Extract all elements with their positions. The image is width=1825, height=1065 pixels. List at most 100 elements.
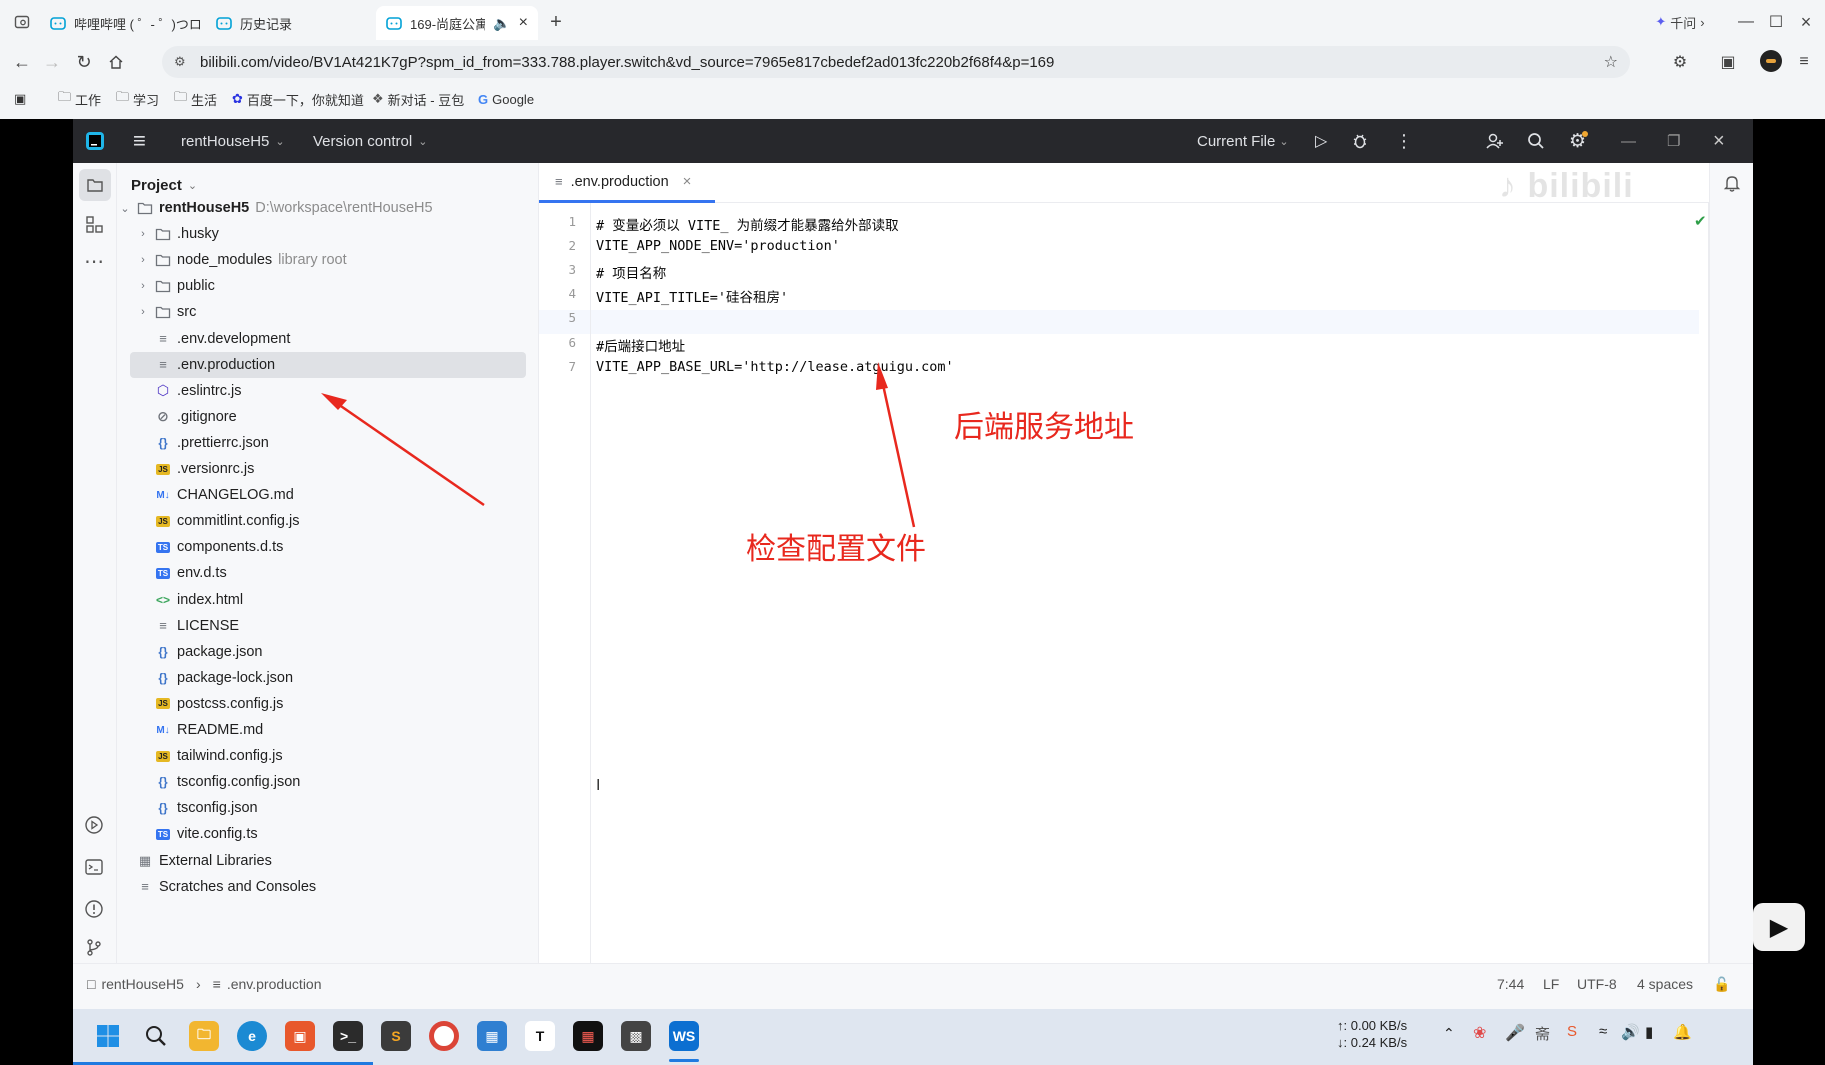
- edge-browser-icon[interactable]: e: [237, 1021, 267, 1051]
- editor-tab-env-production[interactable]: ≡ .env.production ×: [539, 163, 715, 203]
- browser-menu-icon[interactable]: ≡: [1792, 50, 1816, 74]
- extensions-icon[interactable]: ⚙: [1668, 50, 1692, 74]
- forward-icon[interactable]: →: [40, 50, 64, 74]
- bookmark-folder-work[interactable]: 🗀 工作: [58, 86, 101, 112]
- breadcrumb[interactable]: □ rentHouseH5 › ≡ .env.production: [87, 964, 322, 1004]
- tree-item[interactable]: JS .versionrc.js: [117, 456, 539, 482]
- webstorm-icon[interactable]: WS: [669, 1021, 699, 1051]
- app-orange-icon[interactable]: ▣: [285, 1021, 315, 1051]
- debug-icon[interactable]: [1351, 119, 1369, 163]
- tree-item[interactable]: ⬡ .eslintrc.js: [117, 378, 539, 404]
- structure-tool-icon[interactable]: [85, 215, 105, 240]
- project-panel-header[interactable]: Project ⌄: [131, 177, 197, 194]
- run-icon[interactable]: ▷: [1315, 119, 1327, 163]
- read-only-lock-icon[interactable]: 🔓: [1713, 964, 1730, 1004]
- tree-item[interactable]: {} package.json: [117, 639, 539, 665]
- maximize-window-icon[interactable]: ☐: [1764, 10, 1788, 34]
- problems-tool-icon[interactable]: [84, 899, 104, 924]
- ide-restore-icon[interactable]: ❐: [1667, 119, 1680, 163]
- tree-item[interactable]: ≡ LICENSE: [117, 613, 539, 639]
- browser-tab-current-video[interactable]: 169-尚庭公寓 🔈 ×: [376, 6, 538, 40]
- speaker-icon[interactable]: 🔈: [493, 15, 510, 32]
- code-with-me-icon[interactable]: [1485, 119, 1505, 163]
- inspection-ok-check-icon[interactable]: ✔: [1694, 212, 1707, 230]
- new-tab-icon[interactable]: +: [546, 11, 566, 33]
- ide-close-icon[interactable]: ×: [1713, 119, 1725, 163]
- bookmark-folder-life[interactable]: 🗀 生活: [174, 86, 217, 112]
- tree-item[interactable]: M↓ CHANGELOG.md: [117, 482, 539, 508]
- project-switcher[interactable]: rentHouseH5 ⌄: [181, 119, 285, 163]
- tree-item[interactable]: TS vite.config.ts: [117, 821, 539, 847]
- tree-item[interactable]: M↓ README.md: [117, 717, 539, 743]
- app-grid-icon[interactable]: ▩: [621, 1021, 651, 1051]
- qianwen-button[interactable]: ✦ 千问 ›: [1648, 10, 1712, 34]
- mini-player-button[interactable]: ▶: [1753, 903, 1805, 951]
- taskbar-search-icon[interactable]: [141, 1021, 171, 1051]
- terminal-tool-icon[interactable]: [84, 857, 104, 882]
- sublime-text-icon[interactable]: S: [381, 1021, 411, 1051]
- battery-icon[interactable]: ▮: [1645, 1023, 1653, 1041]
- tree-item[interactable]: TS components.d.ts: [117, 534, 539, 560]
- file-explorer-icon[interactable]: 🗀: [189, 1021, 219, 1051]
- tree-item[interactable]: JS commitlint.config.js: [117, 508, 539, 534]
- reload-icon[interactable]: ↻: [72, 50, 96, 74]
- run-config-selector[interactable]: Current File ⌄: [1197, 119, 1289, 163]
- indent-setting[interactable]: 4 spaces: [1637, 964, 1693, 1004]
- close-tab-icon[interactable]: ×: [519, 14, 528, 32]
- bookmark-google[interactable]: G Google: [478, 86, 534, 112]
- volume-icon[interactable]: 🔊: [1621, 1023, 1640, 1041]
- tree-root-renthouseh5[interactable]: ⌄ rentHouseH5 D:\workspace\rentHouseH5: [117, 195, 539, 221]
- file-encoding[interactable]: UTF-8: [1577, 964, 1617, 1004]
- expand-chevron-right-icon[interactable]: ›: [135, 306, 151, 318]
- chrome-icon[interactable]: [429, 1021, 459, 1051]
- caret-position[interactable]: 7:44: [1497, 964, 1524, 1004]
- bookmark-folder-study[interactable]: 🗀 学习: [116, 86, 159, 112]
- main-menu-icon[interactable]: ≡: [133, 119, 146, 163]
- expand-chevron-right-icon[interactable]: ›: [135, 280, 151, 292]
- services-tool-icon[interactable]: [84, 815, 104, 840]
- screenshot-icon[interactable]: ▣: [1716, 50, 1740, 74]
- browser-tab-history[interactable]: 历史记录: [206, 6, 366, 40]
- bookmarks-apps-icon[interactable]: ▣: [14, 86, 26, 112]
- microphone-icon[interactable]: 🎤: [1505, 1023, 1525, 1043]
- tree-item[interactable]: TS env.d.ts: [117, 560, 539, 586]
- profile-avatar[interactable]: [1760, 50, 1782, 72]
- git-tool-icon[interactable]: [84, 937, 104, 962]
- ide-minimize-icon[interactable]: —: [1621, 119, 1636, 163]
- close-tab-icon[interactable]: ×: [683, 173, 692, 190]
- address-bar[interactable]: ⚙ bilibili.com/video/BV1At421K7gP?spm_id…: [162, 46, 1630, 78]
- close-window-icon[interactable]: ×: [1794, 10, 1818, 34]
- typora-icon[interactable]: T: [525, 1021, 555, 1051]
- tree-item[interactable]: ⊘ .gitignore: [117, 404, 539, 430]
- minimize-window-icon[interactable]: —: [1734, 10, 1758, 34]
- jetbrains-toolbox-icon[interactable]: ▦: [573, 1021, 603, 1051]
- bookmark-star-icon[interactable]: ☆: [1604, 52, 1618, 72]
- tray-overflow-icon[interactable]: ⌃: [1443, 1025, 1455, 1042]
- tree-item[interactable]: › .husky: [117, 221, 539, 247]
- site-info-icon[interactable]: ⚙: [174, 54, 186, 70]
- remote-desktop-icon[interactable]: ▦: [477, 1021, 507, 1051]
- tab-actions-icon[interactable]: [12, 12, 32, 32]
- tree-external-libraries[interactable]: ▦ External Libraries: [117, 848, 539, 874]
- more-tools-icon[interactable]: ⋯: [84, 249, 104, 274]
- expand-chevron-right-icon[interactable]: ›: [135, 254, 151, 266]
- home-icon[interactable]: [104, 50, 128, 74]
- tree-item[interactable]: › src: [117, 299, 539, 325]
- tree-item[interactable]: {} tsconfig.json: [117, 795, 539, 821]
- wifi-icon[interactable]: ≈: [1599, 1023, 1607, 1040]
- expand-chevron-right-icon[interactable]: ›: [135, 228, 151, 240]
- project-tool-icon[interactable]: [79, 169, 111, 201]
- windows-start-icon[interactable]: [93, 1021, 123, 1051]
- tree-item[interactable]: {} .prettierrc.json: [117, 430, 539, 456]
- expand-chevron-down-icon[interactable]: ⌄: [117, 202, 133, 215]
- back-icon[interactable]: ←: [10, 50, 34, 74]
- notification-center-icon[interactable]: 🔔: [1673, 1023, 1692, 1041]
- tree-item[interactable]: ≡ .env.development: [117, 326, 539, 352]
- tree-scratches-consoles[interactable]: ≡ Scratches and Consoles: [117, 874, 539, 900]
- tree-item[interactable]: {} tsconfig.config.json: [117, 769, 539, 795]
- bookmark-baidu[interactable]: ✿ 百度一下，你就知道: [232, 86, 364, 112]
- settings-gear-icon[interactable]: ⚙: [1569, 119, 1588, 163]
- more-actions-icon[interactable]: ⋮: [1395, 119, 1413, 163]
- tree-item[interactable]: <> index.html: [117, 587, 539, 613]
- terminal-app-icon[interactable]: >_: [333, 1021, 363, 1051]
